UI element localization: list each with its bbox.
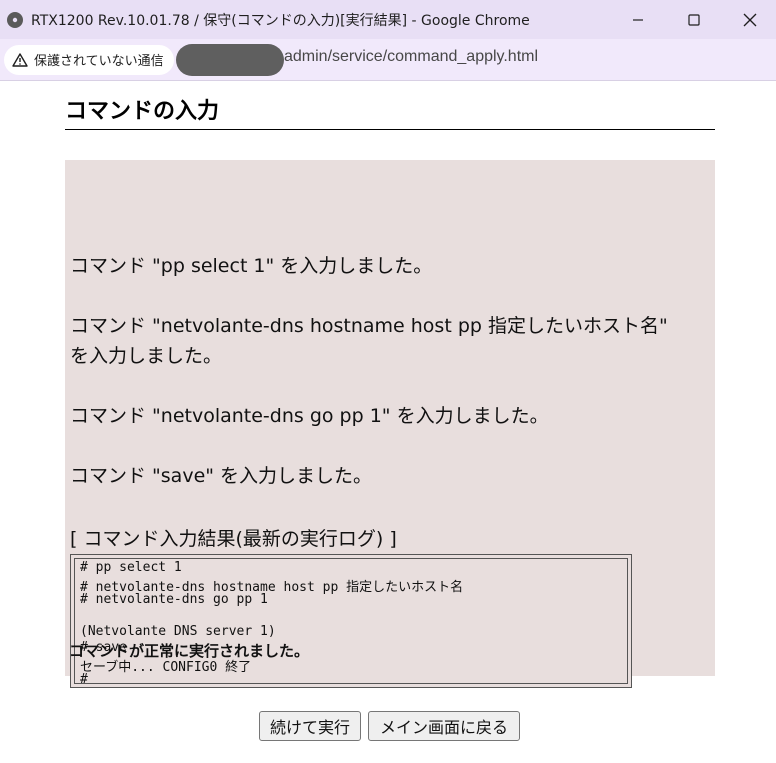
close-icon — [743, 13, 757, 26]
window-title: RTX1200 Rev.10.01.78 / 保守(コマンドの入力)[実行結果]… — [31, 12, 530, 29]
message-line: コマンド "pp select 1" を入力しました。 — [70, 255, 433, 277]
page-title: コマンドの入力 — [65, 93, 715, 130]
result-panel: コマンド "pp select 1" を入力しました。 コマンド "netvol… — [65, 160, 715, 688]
log-line: # — [80, 672, 88, 687]
chrome-icon — [7, 11, 23, 28]
log-line: # pp select 1 — [80, 560, 182, 575]
url-text[interactable]: admin/service/command_apply.html — [284, 48, 538, 66]
maximize-icon — [688, 13, 700, 26]
log-line: # netvolante-dns go pp 1 — [80, 592, 268, 607]
close-button[interactable] — [722, 0, 776, 39]
log-box-inner: # pp select 1 # netvolante-dns hostname … — [74, 558, 628, 687]
minimize-button[interactable] — [610, 0, 666, 39]
minimize-icon — [633, 18, 643, 21]
message-line: を入力しました。 — [70, 345, 223, 367]
warning-icon — [12, 52, 28, 67]
maximize-button[interactable] — [666, 0, 722, 39]
title-bar: RTX1200 Rev.10.01.78 / 保守(コマンドの入力)[実行結果]… — [0, 0, 776, 39]
log-line: (Netvolante DNS server 1) — [80, 624, 276, 639]
continue-button[interactable]: 続けて実行 — [259, 711, 361, 741]
redacted-host — [176, 44, 284, 76]
security-indicator[interactable]: 保護されていない通信 — [4, 44, 174, 75]
success-message: コマンドが正常に実行されました。 — [69, 642, 310, 660]
security-label: 保護されていない通信 — [34, 54, 164, 69]
message-line: コマンド "netvolante-dns go pp 1" を入力しました。 — [70, 405, 549, 427]
message-line: コマンド "netvolante-dns hostname host pp 指定… — [70, 315, 668, 337]
log-box: # pp select 1 # netvolante-dns hostname … — [70, 554, 632, 688]
back-to-main-button[interactable]: メイン画面に戻る — [368, 711, 520, 741]
log-title: [ コマンド入力結果(最新の実行ログ) ] — [70, 528, 397, 550]
message-line: コマンド "save" を入力しました。 — [70, 465, 373, 487]
